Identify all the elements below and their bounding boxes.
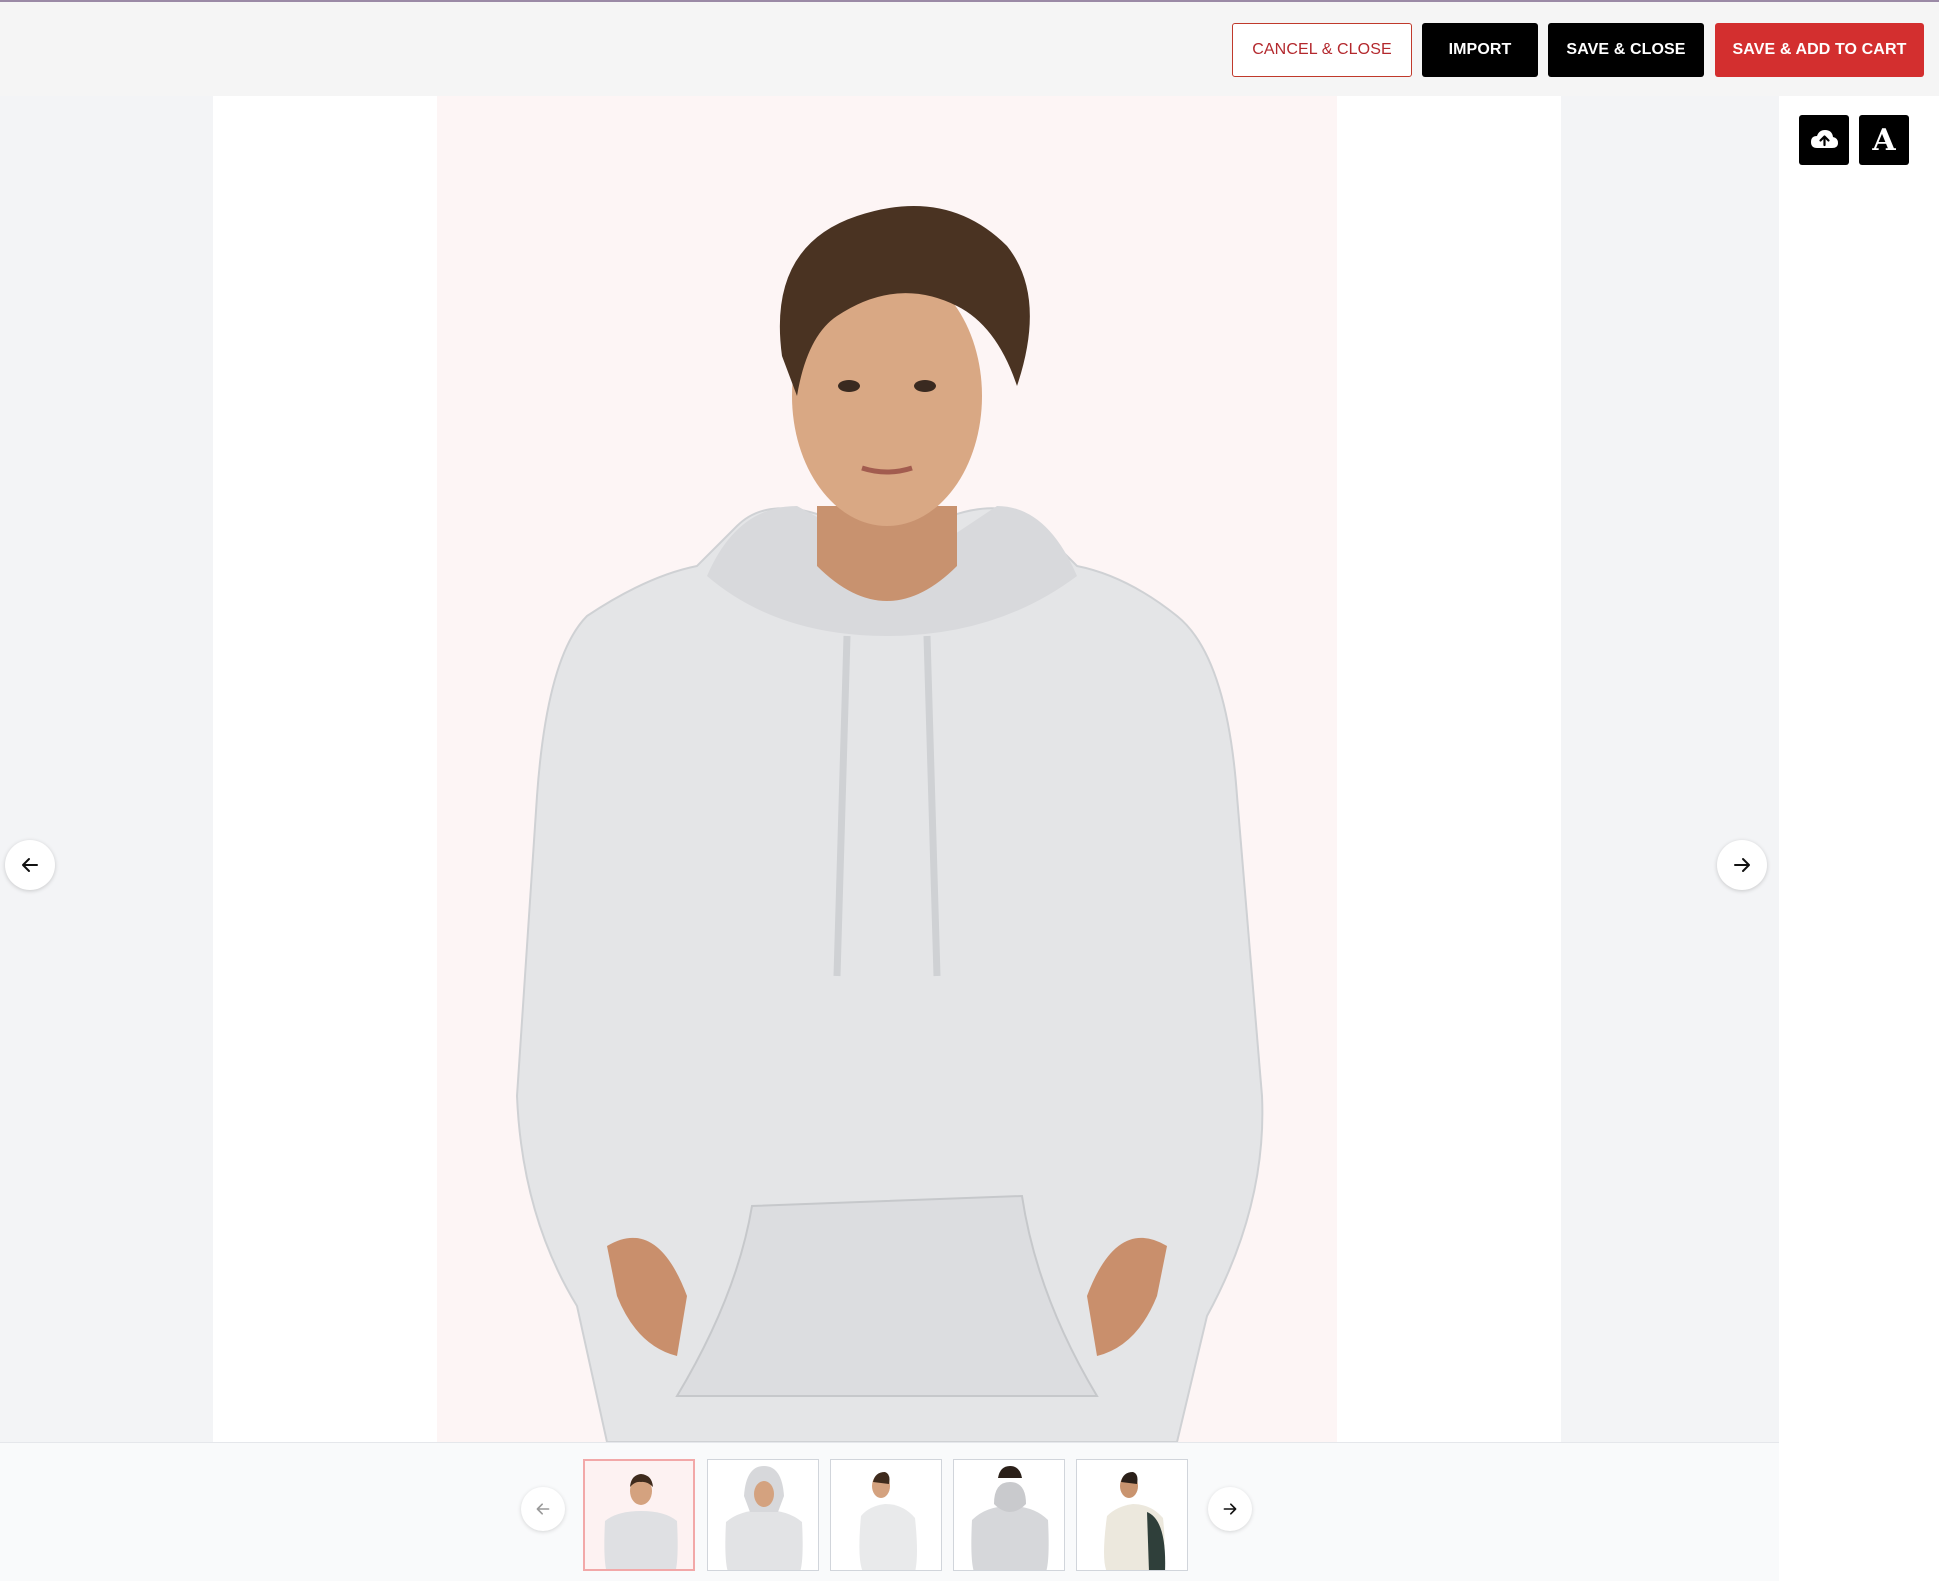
- view-thumbnail-strip: [0, 1442, 1779, 1581]
- arrow-left-icon: [536, 1503, 550, 1515]
- thumb-hood-image: [708, 1460, 818, 1570]
- arrow-right-icon: [1223, 1503, 1237, 1515]
- thumbnail-side-left[interactable]: [830, 1459, 942, 1571]
- text-tool-icon: A: [1872, 122, 1896, 158]
- import-button[interactable]: IMPORT: [1422, 23, 1538, 77]
- product-photo: [437, 96, 1337, 1442]
- thumbs-next-button[interactable]: [1208, 1487, 1252, 1531]
- thumbs-prev-button[interactable]: [521, 1487, 565, 1531]
- design-stage: [0, 96, 1779, 1442]
- hoodie-model-illustration: [515, 206, 1264, 1442]
- next-view-button[interactable]: [1717, 840, 1767, 890]
- thumb-back-image: [954, 1460, 1064, 1570]
- thumb-side-right-image: [1077, 1460, 1187, 1570]
- cloud-upload-icon: [1811, 130, 1838, 148]
- add-text-button[interactable]: A: [1859, 115, 1909, 165]
- upload-button[interactable]: [1799, 115, 1849, 165]
- arrow-right-icon: [1734, 858, 1750, 872]
- save-close-button[interactable]: SAVE & CLOSE: [1548, 23, 1704, 77]
- thumb-front-image: [585, 1461, 693, 1569]
- top-toolbar: CANCEL & CLOSE IMPORT SAVE & CLOSE SAVE …: [0, 2, 1939, 96]
- arrow-left-icon: [22, 858, 38, 872]
- tools-panel: A: [1779, 96, 1939, 1581]
- cancel-close-button[interactable]: CANCEL & CLOSE: [1232, 23, 1412, 77]
- save-add-to-cart-button[interactable]: SAVE & ADD TO CART: [1715, 23, 1924, 77]
- design-canvas[interactable]: [213, 96, 1561, 1442]
- thumbnail-front-hood[interactable]: [707, 1459, 819, 1571]
- thumbnail-back[interactable]: [953, 1459, 1065, 1571]
- thumbnail-front[interactable]: [583, 1459, 695, 1571]
- thumb-side-left-image: [831, 1460, 941, 1570]
- prev-view-button[interactable]: [5, 840, 55, 890]
- thumbnail-side-right[interactable]: [1076, 1459, 1188, 1571]
